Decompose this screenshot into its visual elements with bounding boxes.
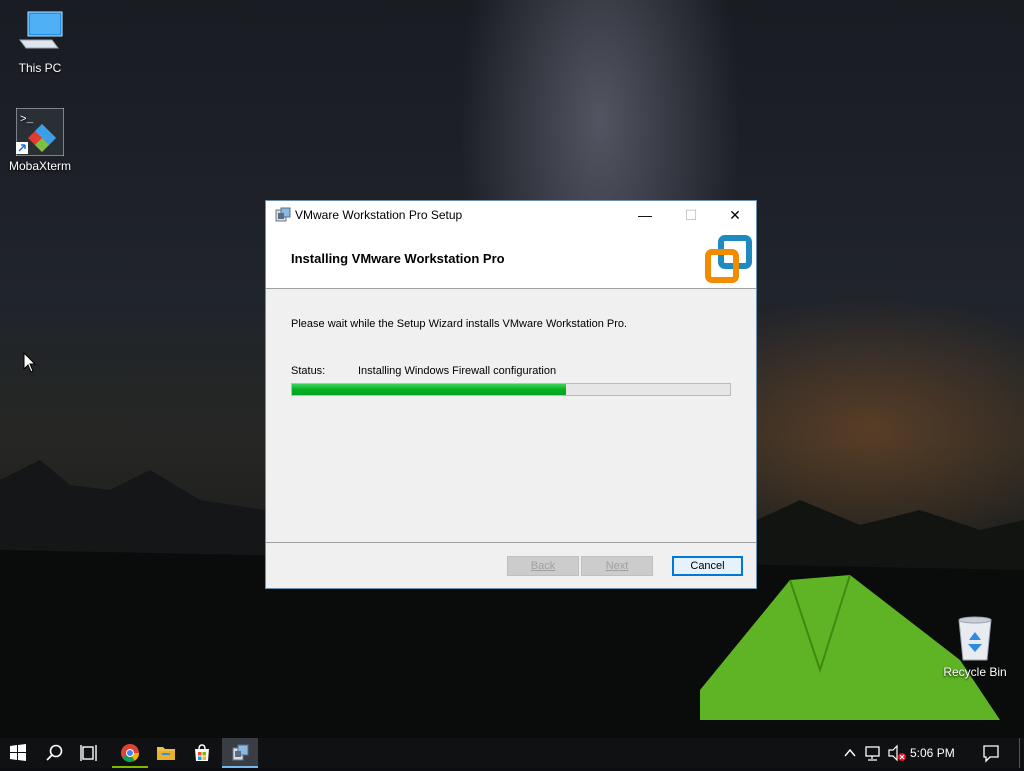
next-button-label: Next	[605, 560, 629, 572]
progress-fill	[292, 384, 566, 395]
desktop-icon-label: This PC	[18, 61, 62, 75]
task-view-icon	[80, 745, 97, 761]
dialog-title: VMware Workstation Pro Setup	[295, 208, 463, 222]
computer-icon	[16, 10, 64, 58]
mobaxterm-icon: >_	[15, 107, 65, 157]
mobaxterm-desktop-icon[interactable]: >_ MobaXterm	[2, 107, 78, 173]
vmware-logo-icon	[704, 235, 754, 285]
back-button-label: Back	[530, 560, 556, 572]
cancel-button[interactable]: Cancel	[672, 556, 743, 576]
mouse-cursor-icon	[23, 352, 37, 373]
desktop-background: This PC >_ MobaXterm Recycle Bin VMware …	[0, 0, 1024, 738]
status-value: Installing Windows Firewall configuratio…	[358, 365, 557, 377]
dialog-titlebar[interactable]: VMware Workstation Pro Setup — ☐ ✕	[266, 201, 756, 231]
show-desktop-button[interactable]	[1019, 738, 1024, 768]
search-icon	[46, 744, 63, 761]
close-button[interactable]: ✕	[712, 201, 758, 231]
file-explorer-icon	[157, 747, 175, 760]
install-description: Please wait while the Setup Wizard insta…	[291, 318, 628, 330]
task-view-button[interactable]	[72, 738, 108, 768]
svg-text:>_: >_	[20, 114, 34, 126]
network-tray-button[interactable]	[862, 738, 884, 768]
recycle-bin-icon	[951, 614, 999, 662]
notification-icon	[983, 745, 999, 763]
status-label: Status:	[291, 365, 326, 377]
chevron-up-icon	[844, 748, 856, 757]
desktop-icon-label: MobaXterm	[8, 159, 72, 173]
dialog-banner: Installing VMware Workstation Pro	[266, 231, 756, 289]
vmware-setup-icon	[275, 207, 291, 223]
chrome-icon	[121, 744, 139, 763]
next-button[interactable]: Next	[581, 556, 653, 576]
this-pc-desktop-icon[interactable]: This PC	[2, 10, 78, 75]
start-icon	[10, 744, 26, 761]
store-icon	[195, 744, 209, 761]
back-button[interactable]: Back	[507, 556, 579, 576]
minimize-button[interactable]: —	[622, 201, 668, 231]
search-button[interactable]	[36, 738, 72, 768]
desktop-icon-label: Recycle Bin	[943, 665, 1007, 679]
start-button[interactable]	[0, 738, 36, 768]
taskbar: 5:06 PM	[0, 738, 1024, 768]
install-progress-bar	[291, 383, 731, 396]
volume-tray-button[interactable]	[886, 738, 908, 768]
vmware-setup-icon	[232, 744, 249, 761]
action-center-button[interactable]	[978, 738, 1004, 768]
dialog-heading: Installing VMware Workstation Pro	[291, 251, 505, 266]
vmware-setup-taskbar-button[interactable]	[222, 738, 258, 768]
maximize-button[interactable]: ☐	[668, 201, 714, 231]
recycle-bin-desktop-icon[interactable]: Recycle Bin	[937, 614, 1013, 679]
taskbar-clock[interactable]: 5:06 PM	[910, 746, 955, 760]
chrome-taskbar-button[interactable]	[112, 738, 148, 768]
setup-dialog: VMware Workstation Pro Setup — ☐ ✕ Insta…	[265, 200, 757, 589]
footer-divider	[266, 542, 756, 543]
network-icon	[865, 746, 880, 761]
volume-muted-icon	[888, 744, 906, 762]
show-hidden-icons-button[interactable]	[840, 738, 860, 768]
store-taskbar-button[interactable]	[184, 738, 220, 768]
file-explorer-taskbar-button[interactable]	[148, 738, 184, 768]
